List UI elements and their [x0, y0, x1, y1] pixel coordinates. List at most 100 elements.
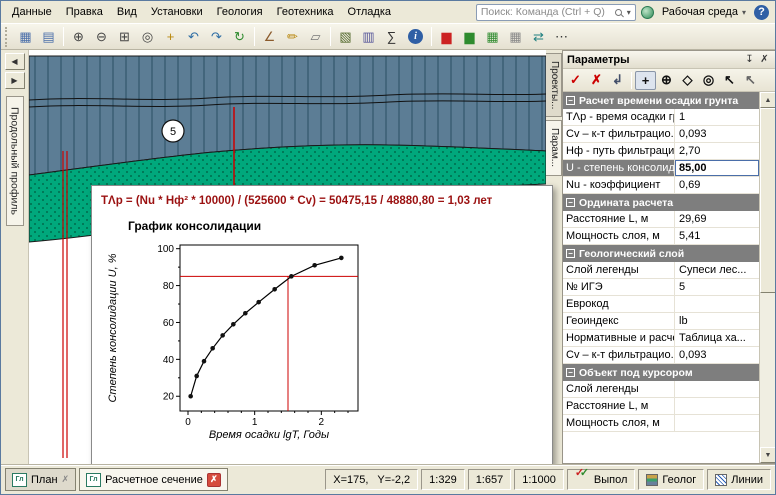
pencil-icon[interactable]: ✏	[281, 26, 304, 47]
menu-item-6[interactable]: Геотехника	[270, 2, 341, 22]
grid-section-header[interactable]: −Геологический слой	[563, 245, 759, 262]
command-search-input[interactable]: Поиск: Команда (Ctrl + Q) ▾	[476, 4, 636, 21]
pan-icon[interactable]: +	[159, 26, 182, 47]
refresh-icon[interactable]: ↻	[228, 26, 251, 47]
grid-section-header[interactable]: −Расчет времени осадки грунта	[563, 92, 759, 109]
scroll-down-icon[interactable]: ▼	[760, 447, 776, 463]
collapse-left-button[interactable]: ◀	[5, 53, 25, 70]
menu-item-1[interactable]: Данные	[5, 2, 59, 22]
report-window-icon[interactable]: ▦	[14, 26, 37, 47]
tab-longitudinal-profile[interactable]: Продольный профиль	[6, 96, 24, 226]
layers-icon[interactable]: ▧	[334, 26, 357, 47]
view-tab-2[interactable]: ГлРасчетное сечение✗	[79, 468, 228, 491]
property-value[interactable]: 85,00	[675, 160, 759, 176]
zoom-out-icon[interactable]: ⊖	[90, 26, 113, 47]
scale-plan[interactable]: 1:1000	[514, 469, 564, 490]
more-options-icon[interactable]: ⋯	[550, 26, 573, 47]
help-button[interactable]: ?	[754, 5, 769, 20]
property-row: Cv – к-т фильтрацио...0,093	[563, 347, 759, 364]
property-value[interactable]: 1	[675, 109, 759, 125]
chart-green-icon[interactable]: ▆	[458, 26, 481, 47]
sync-arrows-icon[interactable]: ⇄	[527, 26, 550, 47]
data-point	[194, 374, 199, 379]
property-value[interactable]: 0,093	[675, 126, 759, 142]
notebook-icon[interactable]: ▥	[357, 26, 380, 47]
property-value[interactable]: 0,69	[675, 177, 759, 193]
table-gray-icon[interactable]: ▦	[504, 26, 527, 47]
node-icon[interactable]: ◇	[677, 71, 698, 90]
property-value[interactable]: Таблица ха...	[675, 330, 759, 346]
property-value[interactable]	[675, 381, 759, 397]
apply-icon[interactable]: ✓	[565, 71, 586, 90]
workspace-selector[interactable]: Рабочая среда ▾	[659, 4, 749, 20]
property-value[interactable]: 5	[675, 279, 759, 295]
close-icon[interactable]: ✗	[757, 53, 772, 67]
collapse-icon[interactable]: −	[566, 96, 575, 105]
measure-icon[interactable]: ∠	[258, 26, 281, 47]
close-tab-icon[interactable]: ✗	[207, 473, 221, 487]
target-icon[interactable]: ⊕	[656, 71, 677, 90]
previous-view-icon[interactable]: ↶	[182, 26, 205, 47]
property-row: Мощность слоя, м5,41	[563, 228, 759, 245]
property-value[interactable]: 2,70	[675, 143, 759, 159]
grid-section-header[interactable]: −Объект под курсором	[563, 364, 759, 381]
scroll-up-icon[interactable]: ▲	[760, 92, 776, 108]
y-tick-label: 100	[157, 244, 174, 255]
collapse-icon[interactable]: −	[566, 368, 575, 377]
collapse-icon[interactable]: −	[566, 249, 575, 258]
scale-vertical[interactable]: 1:657	[468, 469, 512, 490]
eraser-icon[interactable]: ▱	[304, 26, 327, 47]
menu-item-7[interactable]: Отладка	[341, 2, 398, 22]
property-value[interactable]	[675, 415, 759, 431]
close-tab-icon[interactable]: ✗	[62, 474, 70, 485]
table-green-icon[interactable]: ▦	[481, 26, 504, 47]
property-value[interactable]: Супеси лес...	[675, 262, 759, 278]
menu-item-4[interactable]: Установки	[144, 2, 210, 22]
menu-item-5[interactable]: Геология	[210, 2, 270, 22]
pointer-icon[interactable]: ↖	[719, 71, 740, 90]
scrollbar-thumb[interactable]	[760, 108, 776, 293]
panel-tab-2[interactable]: Парам...	[546, 120, 562, 175]
chart-red-icon[interactable]: ▆	[435, 26, 458, 47]
status-linii[interactable]: Линии	[707, 469, 771, 490]
property-row: Геоиндексlb	[563, 313, 759, 330]
toolbar-handle[interactable]	[5, 27, 10, 47]
menu-item-3[interactable]: Вид	[110, 2, 144, 22]
property-value[interactable]	[675, 296, 759, 312]
pin-icon[interactable]: ↧	[742, 53, 757, 67]
grid-scrollbar[interactable]: ▲ ▼	[759, 92, 776, 463]
zoom-window-icon[interactable]: ⊞	[113, 26, 136, 47]
data-point	[339, 256, 344, 261]
capture-icon[interactable]: ◎	[698, 71, 719, 90]
data-point	[272, 287, 277, 292]
property-value[interactable]: lb	[675, 313, 759, 329]
collapse-icon[interactable]: −	[566, 198, 575, 207]
scale-horizontal[interactable]: 1:329	[421, 469, 465, 490]
pointer-alt-icon[interactable]: ↖	[740, 71, 761, 90]
property-value[interactable]: 0,093	[675, 347, 759, 363]
panel-tab-1[interactable]: Проекты...	[546, 53, 562, 117]
property-value[interactable]: 29,69	[675, 211, 759, 227]
scrollbar-track[interactable]	[760, 108, 776, 447]
next-view-icon[interactable]: ↷	[205, 26, 228, 47]
view-tab-1[interactable]: ГлПлан✗	[5, 468, 76, 491]
history-icon[interactable]: ↲	[607, 71, 628, 90]
consolidation-chart: 20406080100012Время осадки lgT, ГодыСтеп…	[102, 235, 402, 449]
sheet-window-icon[interactable]: ▤	[37, 26, 60, 47]
info-icon[interactable]: i	[408, 29, 423, 44]
sum-icon[interactable]: ∑	[380, 26, 403, 47]
property-label: Слой легенды	[563, 262, 675, 278]
status-vypolnenie[interactable]: Выпол	[567, 469, 636, 490]
status-geologia[interactable]: Геолог	[638, 469, 704, 490]
search-placeholder-text: Поиск: Команда (Ctrl + Q)	[481, 6, 615, 18]
property-value[interactable]	[675, 398, 759, 414]
cancel-icon[interactable]: ✗	[586, 71, 607, 90]
crosshair-icon[interactable]: +	[635, 71, 656, 90]
property-value[interactable]: 5,41	[675, 228, 759, 244]
zoom-all-icon[interactable]: ◎	[136, 26, 159, 47]
menu-items: ДанныеПравкаВидУстановкиГеологияГеотехни…	[5, 1, 398, 23]
zoom-in-icon[interactable]: ⊕	[67, 26, 90, 47]
grid-section-header[interactable]: −Ордината расчета	[563, 194, 759, 211]
menu-item-2[interactable]: Правка	[59, 2, 110, 22]
expand-left-button[interactable]: ▶	[5, 72, 25, 89]
